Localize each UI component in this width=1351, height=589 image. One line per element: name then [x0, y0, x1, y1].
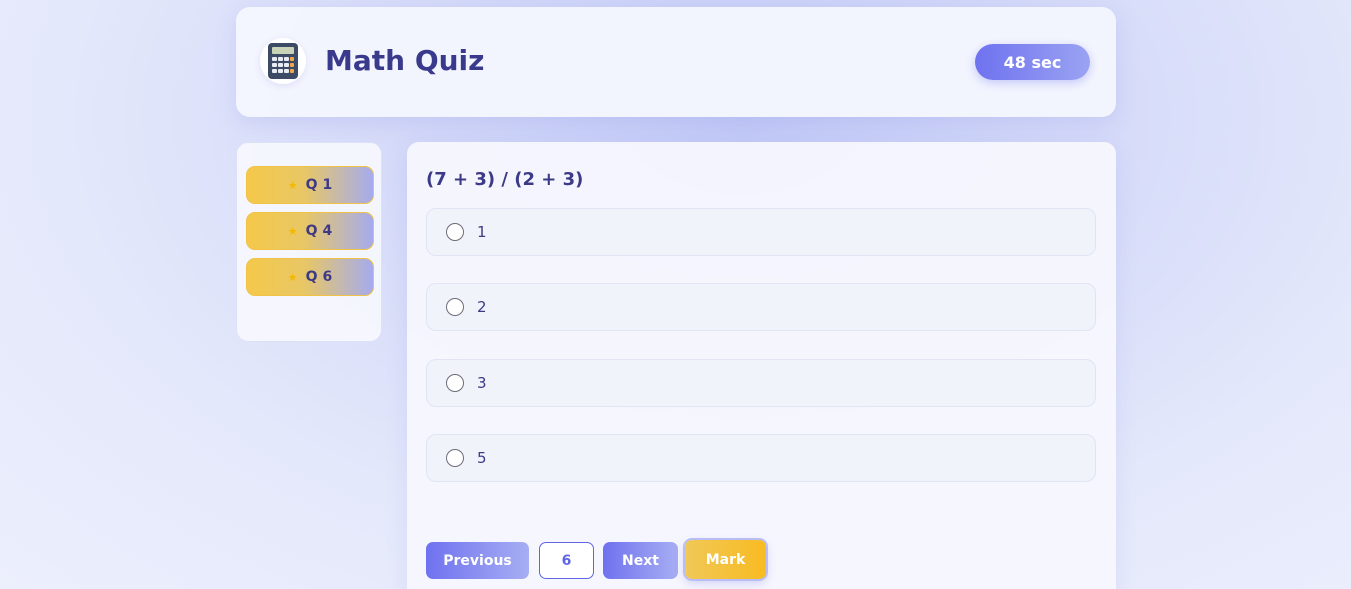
sidebar-item-q1[interactable]: ★ Q 1 — [246, 166, 374, 204]
radio-button[interactable] — [446, 449, 464, 467]
marked-questions-sidebar: ★ Q 1 ★ Q 4 ★ Q 6 — [236, 142, 382, 342]
radio-button[interactable] — [446, 223, 464, 241]
answer-option-3[interactable]: 3 — [426, 359, 1096, 407]
quiz-header: Math Quiz 48 sec — [236, 7, 1116, 117]
star-icon: ★ — [287, 224, 298, 238]
radio-button[interactable] — [446, 374, 464, 392]
option-label: 5 — [477, 449, 487, 467]
option-label: 1 — [477, 223, 487, 241]
previous-button[interactable]: Previous — [426, 542, 529, 579]
answer-option-2[interactable]: 2 — [426, 283, 1096, 331]
sidebar-item-label: Q 1 — [305, 177, 333, 193]
calculator-icon — [260, 38, 306, 84]
radio-button[interactable] — [446, 298, 464, 316]
question-text: (7 + 3) / (2 + 3) — [426, 169, 584, 190]
timer-badge: 48 sec — [975, 44, 1090, 80]
answer-option-4[interactable]: 5 — [426, 434, 1096, 482]
sidebar-item-label: Q 4 — [305, 223, 333, 239]
sidebar-item-label: Q 6 — [305, 269, 333, 285]
answer-option-1[interactable]: 1 — [426, 208, 1096, 256]
next-button[interactable]: Next — [603, 542, 678, 579]
option-label: 3 — [477, 374, 487, 392]
sidebar-item-q4[interactable]: ★ Q 4 — [246, 212, 374, 250]
sidebar-item-q6[interactable]: ★ Q 6 — [246, 258, 374, 296]
star-icon: ★ — [287, 270, 298, 284]
page-number-indicator: 6 — [539, 542, 594, 579]
page-title: Math Quiz — [325, 44, 485, 77]
option-label: 2 — [477, 298, 487, 316]
star-icon: ★ — [287, 178, 298, 192]
mark-button[interactable]: Mark — [685, 540, 766, 579]
question-panel: (7 + 3) / (2 + 3) 1 2 3 5 Previous 6 Nex… — [407, 142, 1116, 589]
